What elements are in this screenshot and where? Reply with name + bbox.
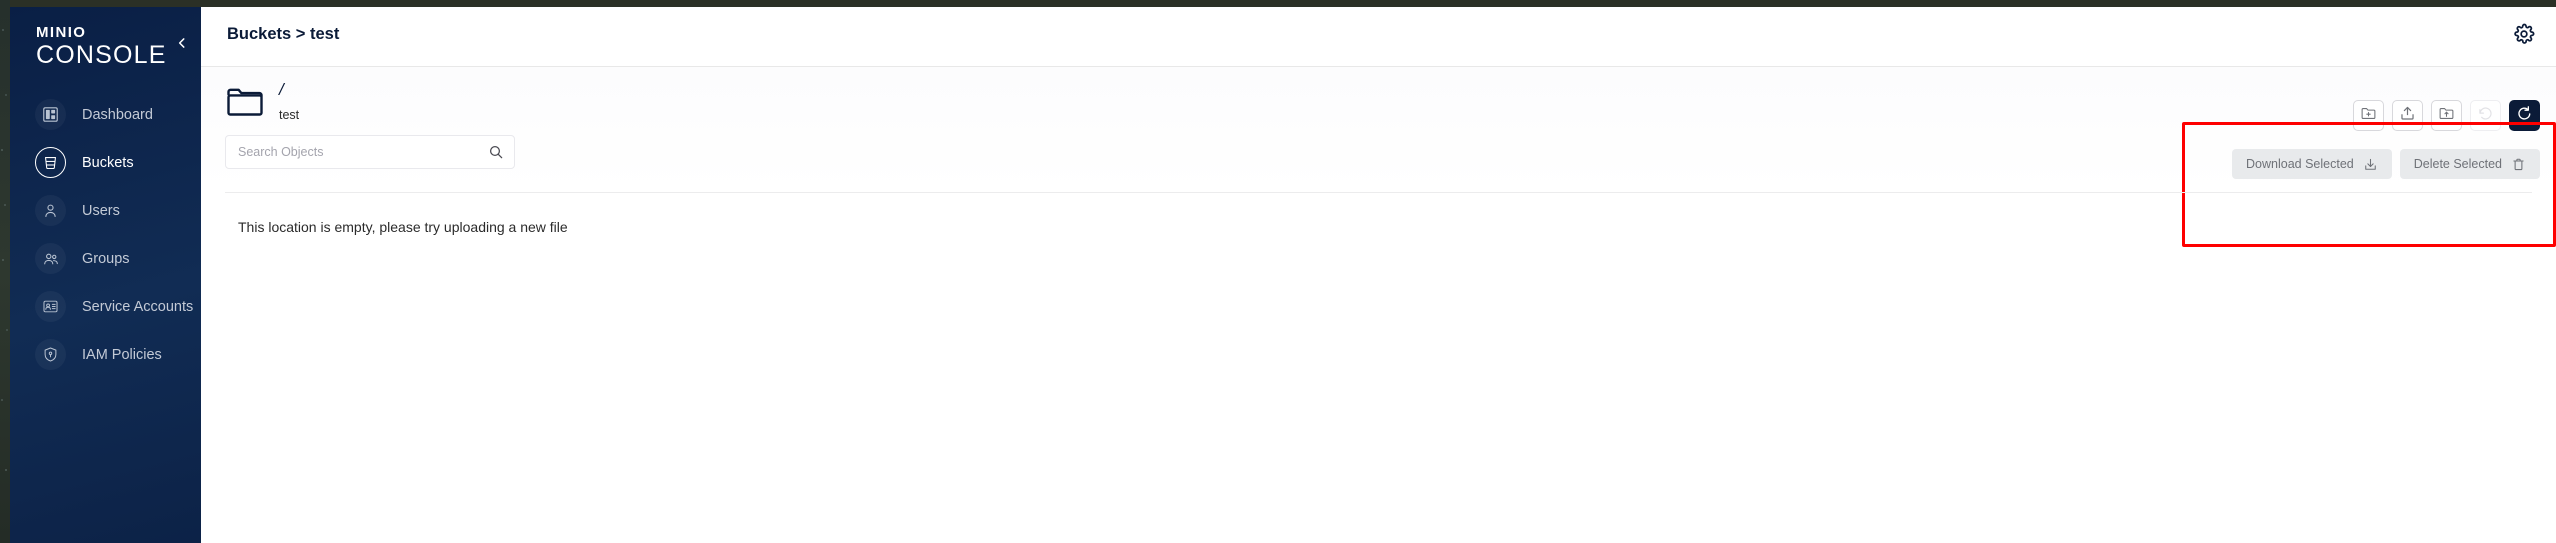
- refresh-icon: [2516, 105, 2533, 127]
- sidebar-item-label: Service Accounts: [82, 298, 194, 315]
- folder-up-icon: [2438, 105, 2455, 127]
- trash-icon: [2511, 157, 2526, 172]
- sidebar-item-label: IAM Policies: [82, 346, 162, 363]
- path-text: /: [279, 80, 284, 99]
- delete-selected-label: Delete Selected: [2413, 157, 2502, 171]
- gear-icon: [2513, 23, 2535, 50]
- object-actions-toolbar: [2353, 100, 2540, 131]
- bucket-name-text: test: [279, 108, 300, 122]
- main-area: Buckets > test / test Search Objects Dow…: [201, 7, 2556, 543]
- upload-icon: [2399, 105, 2416, 127]
- upload-file-button[interactable]: [2392, 100, 2423, 131]
- minio-console-window: MINIO CONSOLE Dashboard Buckets Users Gr…: [0, 0, 2556, 543]
- delete-selected-button[interactable]: Delete Selected: [2399, 149, 2540, 179]
- download-selected-label: Download Selected: [2246, 157, 2354, 171]
- sidebar-item-label: Dashboard: [82, 106, 153, 123]
- sidebar-item-buckets[interactable]: Buckets: [10, 139, 201, 187]
- folder-icon: [225, 84, 265, 120]
- chevron-left-icon: [175, 36, 189, 55]
- object-browser-header: / test Search Objects Download Selected …: [201, 67, 2556, 247]
- object-list: This location is empty, please try uploa…: [225, 192, 2532, 543]
- download-icon: [2363, 157, 2378, 172]
- search-input[interactable]: [238, 145, 488, 159]
- download-selected-button[interactable]: Download Selected: [2232, 149, 2392, 179]
- sidebar-item-service-accounts[interactable]: Service Accounts: [10, 283, 201, 331]
- bucket-icon: [35, 147, 66, 179]
- user-icon: [35, 195, 66, 227]
- sidebar-item-users[interactable]: Users: [10, 187, 201, 235]
- top-bar: Buckets > test: [201, 7, 2556, 67]
- refresh-button[interactable]: [2509, 100, 2540, 131]
- sidebar-item-iam-policies[interactable]: IAM Policies: [10, 331, 201, 379]
- folder-plus-icon: [2360, 105, 2377, 127]
- sidebar: MINIO CONSOLE Dashboard Buckets Users Gr…: [10, 7, 201, 543]
- rewind-clock-icon: [2477, 105, 2494, 127]
- id-card-icon: [35, 291, 66, 323]
- sidebar-collapse-button[interactable]: [171, 34, 193, 56]
- search-icon[interactable]: [488, 144, 504, 160]
- selection-actions-toolbar: Download Selected Delete Selected: [2232, 149, 2540, 179]
- object-browser: / test Search Objects Download Selected …: [201, 67, 2556, 543]
- rewind-button[interactable]: [2470, 100, 2501, 131]
- groups-icon: [35, 243, 66, 275]
- sidebar-item-label: Users: [82, 202, 120, 219]
- sidebar-item-label: Buckets: [82, 154, 134, 171]
- upload-folder-button[interactable]: [2431, 100, 2462, 131]
- sidebar-item-dashboard[interactable]: Dashboard: [10, 91, 201, 139]
- empty-state-message: This location is empty, please try uploa…: [238, 219, 568, 235]
- sidebar-item-groups[interactable]: Groups: [10, 235, 201, 283]
- path-block: / test: [279, 81, 299, 122]
- settings-button[interactable]: [2510, 22, 2538, 50]
- current-path-display: / test: [225, 81, 299, 122]
- sidebar-item-label: Groups: [82, 250, 130, 267]
- search-objects-box[interactable]: [225, 135, 515, 169]
- shield-lock-icon: [35, 339, 66, 371]
- create-new-path-button[interactable]: [2353, 100, 2384, 131]
- dashboard-grid-icon: [35, 99, 66, 131]
- breadcrumb[interactable]: Buckets > test: [227, 25, 339, 44]
- sidebar-nav: Dashboard Buckets Users Groups Service A…: [10, 91, 201, 379]
